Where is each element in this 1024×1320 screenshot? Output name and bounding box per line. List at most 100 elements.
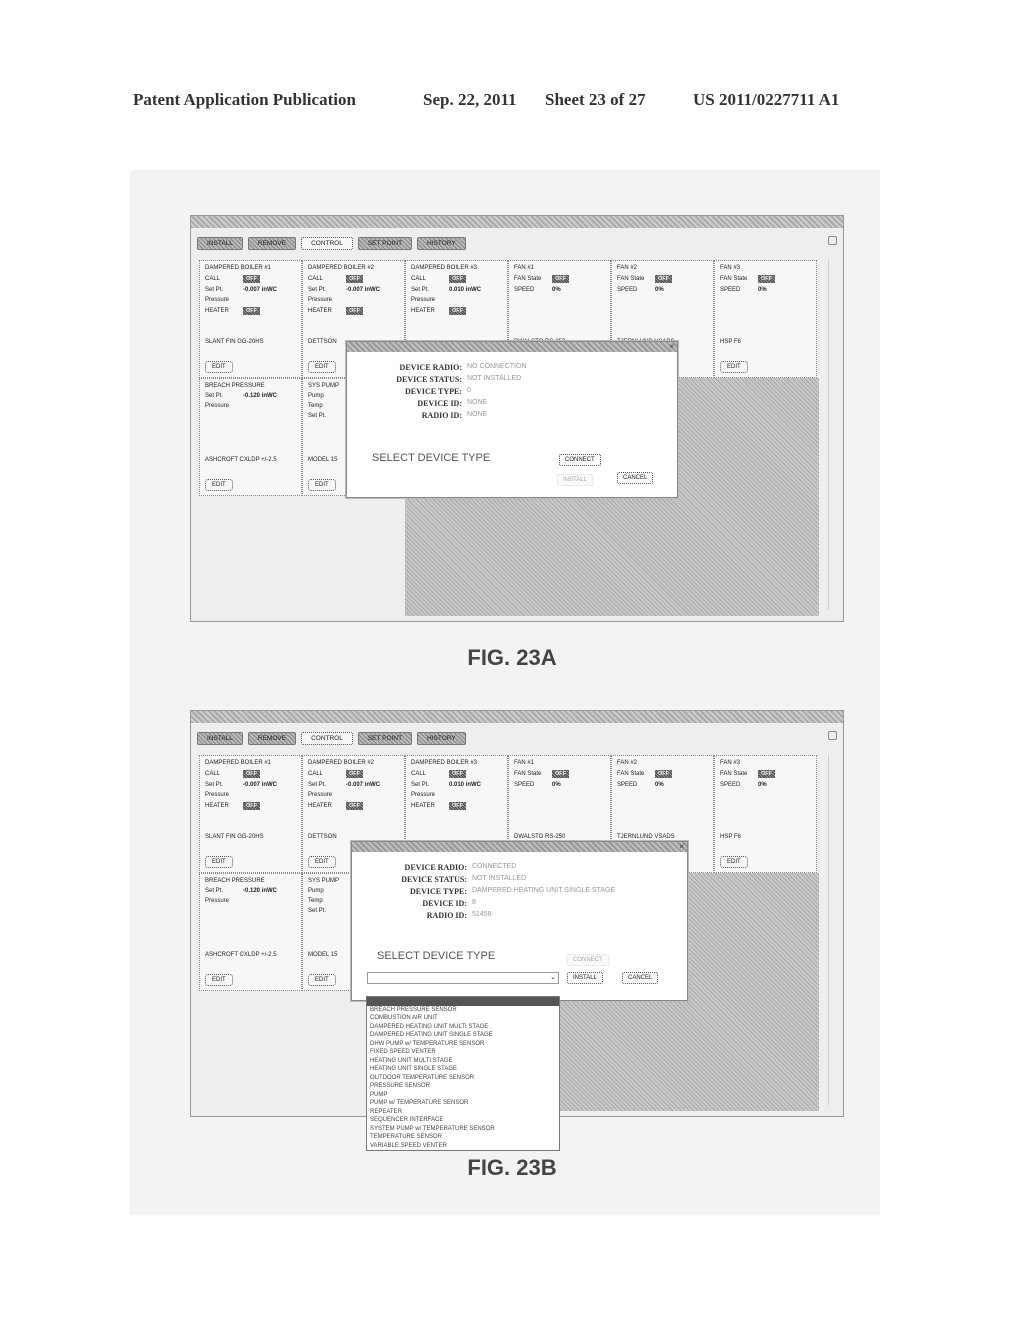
- refresh-icon[interactable]: [828, 731, 837, 740]
- device-title: BREACH PRESSURE: [205, 383, 265, 389]
- row-value: 0%: [655, 782, 664, 788]
- edit-button[interactable]: EDIT: [720, 856, 748, 868]
- row-label: Set Pt.: [308, 782, 327, 788]
- remove-tab[interactable]: REMOVE: [247, 236, 297, 250]
- cancel-button[interactable]: CANCEL: [617, 472, 654, 484]
- install-tab[interactable]: INSTALL: [197, 236, 243, 250]
- row-label: FAN State: [514, 276, 542, 282]
- device-model: HSP F6: [720, 834, 741, 840]
- dropdown-option-highlight[interactable]: [367, 997, 559, 1006]
- device-row: CALL OFF: [411, 770, 502, 778]
- install-button[interactable]: INSTALL: [567, 972, 603, 984]
- edit-button[interactable]: EDIT: [720, 361, 748, 373]
- dropdown-option[interactable]: TEMPERATURE SENSOR: [367, 1133, 559, 1142]
- dropdown-option[interactable]: HEATING UNIT SINGLE STAGE: [367, 1065, 559, 1074]
- set-point-tab[interactable]: SET POINT: [357, 731, 413, 745]
- status-badge: OFF: [243, 275, 260, 283]
- device-row: HEATER OFF: [411, 307, 502, 315]
- device-row: Set Pt. 0.010 inWC: [411, 287, 502, 293]
- dropdown-option[interactable]: DAMPERED HEATING UNIT SINGLE STAGE: [367, 1031, 559, 1040]
- row-label: Set Pt.: [205, 782, 224, 788]
- dropdown-option[interactable]: SEQUENCER INTERFACE: [367, 1116, 559, 1125]
- dropdown-option[interactable]: PUMP: [367, 1091, 559, 1100]
- window-titlebar: [191, 216, 843, 228]
- row-label: Set Pt.: [308, 908, 327, 914]
- row-label: SPEED: [720, 287, 741, 293]
- edit-button[interactable]: EDIT: [205, 856, 233, 868]
- control-tab[interactable]: CONTROL: [301, 731, 353, 745]
- dropdown-option[interactable]: HEATING UNIT MULTI STAGE: [367, 1057, 559, 1066]
- field-value: NONE: [467, 399, 488, 406]
- dialog-field: RADIO ID: 51458: [352, 911, 687, 920]
- history-tab[interactable]: HISTORY: [417, 236, 466, 250]
- device-type-select[interactable]: ⌄: [367, 972, 559, 984]
- scrollbar[interactable]: [828, 260, 839, 610]
- row-label: CALL: [308, 276, 324, 282]
- row-label: Set Pt.: [205, 393, 224, 399]
- dropdown-option[interactable]: PRESSURE SENSOR: [367, 1082, 559, 1091]
- close-icon[interactable]: ×: [669, 342, 674, 351]
- refresh-icon[interactable]: [828, 236, 837, 245]
- device-row: FAN State OFF: [617, 770, 708, 778]
- connect-button[interactable]: CONNECT: [559, 454, 601, 466]
- dropdown-option[interactable]: OUTDOOR TEMPERATURE SENSOR: [367, 1074, 559, 1083]
- dialog-field: RADIO ID: NONE: [347, 411, 677, 420]
- dropdown-option[interactable]: BREACH PRESSURE SENSOR: [367, 1006, 559, 1015]
- row-label: HEATER: [308, 308, 332, 314]
- row-value: -0.007 inWC: [243, 287, 278, 293]
- dropdown-option[interactable]: PUMP w/ TEMPERATURE SENSOR: [367, 1099, 559, 1108]
- row-label: Pressure: [205, 792, 230, 798]
- row-value: 0.010 inWC: [449, 287, 482, 293]
- dropdown-option[interactable]: FIXED SPEED VENTER: [367, 1048, 559, 1057]
- dialog-field: DEVICE RADIO: CONNECTED: [352, 863, 687, 872]
- device-model: MODEL 15: [308, 457, 338, 463]
- close-icon[interactable]: ×: [679, 842, 684, 851]
- row-label: SPEED: [617, 287, 638, 293]
- dialog-field: DEVICE STATUS: NOT INSTALLED: [352, 875, 687, 884]
- remove-tab[interactable]: REMOVE: [247, 731, 297, 745]
- field-value: NOT INSTALLED: [472, 875, 527, 882]
- device-row: Set Pt. 0.010 inWC: [411, 782, 502, 788]
- chevron-down-icon[interactable]: ⌄: [550, 973, 556, 981]
- dropdown-option[interactable]: REPEATER: [367, 1108, 559, 1117]
- status-badge: OFF: [449, 770, 466, 778]
- device-row: SPEED 0%: [720, 287, 811, 293]
- field-value: NONE: [467, 411, 488, 418]
- dropdown-option[interactable]: DAMPERED HEATING UNIT MULTI STAGE: [367, 1023, 559, 1032]
- status-badge: OFF: [449, 275, 466, 283]
- field-value: CONNECTED: [472, 863, 517, 870]
- edit-button[interactable]: EDIT: [205, 974, 233, 986]
- row-label: HEATER: [308, 803, 332, 809]
- edit-button[interactable]: EDIT: [308, 361, 336, 373]
- device-model: TJERNLUND VSADS: [617, 834, 675, 840]
- device-title: DAMPERED BOILER #2: [308, 265, 375, 271]
- device-model: DWALSTO RS-250: [514, 834, 566, 840]
- history-tab[interactable]: HISTORY: [417, 731, 466, 745]
- device-row: Pressure: [205, 792, 296, 798]
- scrollbar[interactable]: [828, 755, 839, 1105]
- device-row: Set Pt. -0.007 inWC: [205, 782, 296, 788]
- edit-button[interactable]: EDIT: [205, 361, 233, 373]
- row-label: CALL: [205, 771, 221, 777]
- field-label: RADIO ID:: [421, 411, 462, 420]
- edit-button[interactable]: EDIT: [205, 479, 233, 491]
- cancel-button[interactable]: CANCEL: [622, 972, 659, 984]
- control-tab[interactable]: CONTROL: [301, 236, 353, 250]
- dropdown-option[interactable]: VARIABLE SPEED VENTER: [367, 1142, 559, 1151]
- dropdown-option[interactable]: DHW PUMP w/ TEMPERATURE SENSOR: [367, 1040, 559, 1049]
- device-row: Pressure: [205, 403, 296, 409]
- edit-button[interactable]: EDIT: [308, 974, 336, 986]
- device-row: SPEED 0%: [617, 287, 708, 293]
- row-label: CALL: [411, 276, 427, 282]
- dropdown-option[interactable]: SYSTEM PUMP w/ TEMPERATURE SENSOR: [367, 1125, 559, 1134]
- install-tab[interactable]: INSTALL: [197, 731, 243, 745]
- field-value: 51458: [472, 911, 492, 918]
- select-device-type-label: SELECT DEVICE TYPE: [372, 452, 491, 464]
- connect-button[interactable]: CONNECT: [567, 954, 609, 966]
- install-button[interactable]: INSTALL: [557, 474, 593, 486]
- edit-button[interactable]: EDIT: [308, 856, 336, 868]
- set-point-tab[interactable]: SET POINT: [357, 236, 413, 250]
- edit-button[interactable]: EDIT: [308, 479, 336, 491]
- device-row: CALL OFF: [308, 770, 399, 778]
- dropdown-option[interactable]: COMBUSTION AIR UNIT: [367, 1014, 559, 1023]
